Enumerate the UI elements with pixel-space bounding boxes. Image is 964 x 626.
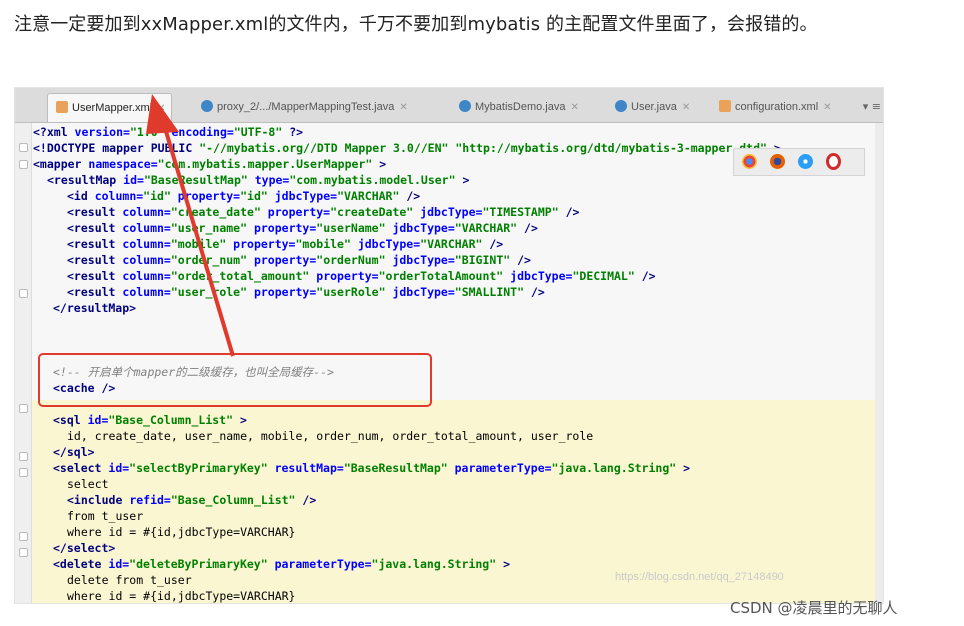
arrow-shaft: [160, 117, 235, 357]
arrow-head: [146, 94, 179, 134]
ide-screenshot: UserMapper.xml✕ proxy_2/.../MapperMappin…: [14, 87, 884, 604]
faint-url-watermark: https://blog.csdn.net/qq_27148490: [615, 571, 784, 583]
annotation-arrow: [146, 94, 235, 357]
csdn-watermark: CSDN @凌晨里的无聊人: [730, 599, 898, 617]
article-sentence: 注意一定要加到xxMapper.xml的文件内，千万不要加到mybatis 的主…: [14, 14, 818, 35]
